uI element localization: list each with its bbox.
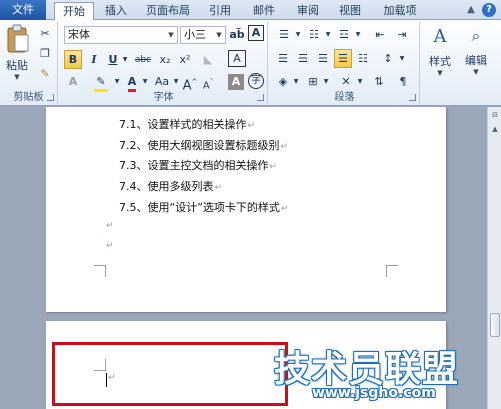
align-center-icon[interactable]: ☰: [294, 49, 312, 69]
clear-formatting-button[interactable]: A: [228, 50, 246, 67]
font-name-value: 宋体: [68, 28, 90, 41]
tab-view[interactable]: 视图: [334, 2, 366, 20]
ruler-toggle-icon[interactable]: ⊟: [489, 109, 501, 121]
styles-button[interactable]: A 样式 ▼: [424, 26, 456, 86]
toc-line: 7.2、使用大纲视图设置标题级别↵: [119, 137, 288, 153]
styles-dropdown-icon[interactable]: ▼: [424, 69, 456, 77]
multilevel-list-icon[interactable]: ☲: [334, 25, 354, 45]
italic-button[interactable]: I: [86, 50, 102, 70]
editing-button[interactable]: ⌕ 编辑 ▼: [460, 26, 492, 86]
clipboard-icon: [7, 24, 29, 53]
font-size-dropdown-icon[interactable]: ▼: [213, 27, 225, 43]
editing-dropdown-icon[interactable]: ▼: [460, 68, 492, 76]
font-name-dropdown-icon[interactable]: ▼: [165, 27, 177, 43]
font-launcher-icon[interactable]: [257, 94, 264, 101]
underline-button[interactable]: U: [106, 50, 120, 70]
paragraph-mark: ↵: [247, 121, 256, 131]
paragraph-mark: ↵: [269, 162, 278, 172]
tab-page-layout[interactable]: 页面布局: [140, 2, 196, 20]
underline-dropdown-icon[interactable]: ▼: [120, 50, 130, 70]
bullets-dropdown-icon[interactable]: ▼: [294, 25, 302, 45]
decrease-indent-icon[interactable]: ⇤: [370, 25, 390, 45]
page-corner-mark: [94, 265, 106, 277]
toc-text: 7.2、使用大纲视图设置标题级别: [119, 139, 280, 152]
align-right-icon[interactable]: ☰: [314, 49, 332, 69]
paragraph-mark: ↵: [106, 241, 114, 251]
minimize-ribbon-icon[interactable]: ▲: [464, 3, 478, 17]
strikethrough-button[interactable]: abc: [132, 50, 154, 70]
group-styles: A 样式 ▼: [422, 22, 458, 104]
tab-insert[interactable]: 插入: [100, 2, 132, 20]
vertical-scrollbar[interactable]: ⊟ ▲: [487, 107, 501, 409]
cut-icon[interactable]: ✂: [36, 24, 54, 44]
scroll-up-icon[interactable]: ▲: [489, 123, 501, 135]
toc-text: 7.1、设置样式的相关操作: [119, 118, 247, 131]
distributed-icon[interactable]: ☷: [354, 49, 372, 69]
group-font: 宋体 ▼ 小三 ▼ ab̄ A B I U ▼ abc x₂ x² ◣ A A …: [60, 22, 268, 104]
subscript-button[interactable]: x₂: [156, 50, 174, 70]
phonetic-guide-icon[interactable]: ab̄: [228, 25, 246, 45]
toc-line: 7.5、使用“设计”选项卡下的样式↵: [119, 199, 288, 215]
toc-text: 7.4、使用多级列表: [119, 180, 214, 193]
bullets-icon[interactable]: ☰: [274, 25, 294, 45]
tab-review[interactable]: 审阅: [292, 2, 324, 20]
multilevel-dropdown-icon[interactable]: ▼: [354, 25, 362, 45]
help-icon[interactable]: ?: [482, 3, 496, 17]
char-border-button[interactable]: A: [248, 25, 264, 41]
group-editing: ⌕ 编辑 ▼: [458, 22, 494, 104]
tab-addins[interactable]: 加载项: [378, 2, 422, 20]
paragraph-mark: ↵: [280, 204, 289, 214]
font-size-value: 小三: [184, 28, 206, 41]
ribbon-tab-bar: 文件 开始 插入 页面布局 引用 邮件 审阅 视图 加载项 ▲ ?: [0, 0, 501, 21]
group-clipboard: 粘贴 ▼ ✂ ❐ ✎ 剪贴板: [0, 22, 58, 104]
paragraph-launcher-icon[interactable]: [409, 94, 416, 101]
editing-label: 编辑: [465, 54, 487, 67]
tab-references[interactable]: 引用: [204, 2, 236, 20]
superscript-button[interactable]: x²: [176, 50, 194, 70]
paste-label: 粘贴: [6, 59, 28, 72]
tab-file[interactable]: 文件: [0, 0, 46, 20]
highlight-box: [52, 342, 288, 406]
paste-button[interactable]: 粘贴 ▼: [3, 24, 31, 82]
page-1[interactable]: 7.1、设置样式的相关操作↵ 7.2、使用大纲视图设置标题级别↵ 7.3、设置主…: [46, 107, 446, 312]
page-corner-mark: [386, 265, 398, 277]
numbering-dropdown-icon[interactable]: ▼: [324, 25, 332, 45]
clipboard-launcher-icon[interactable]: [47, 94, 54, 101]
tab-mailings[interactable]: 邮件: [248, 2, 280, 20]
toc-text: 7.5、使用“设计”选项卡下的样式: [119, 201, 280, 214]
increase-indent-icon[interactable]: ⇥: [392, 25, 412, 45]
ribbon-home: 粘贴 ▼ ✂ ❐ ✎ 剪贴板 宋体 ▼ 小三 ▼ ab̄ A B I U ▼ a…: [0, 20, 501, 106]
copy-icon[interactable]: ❐: [36, 44, 54, 64]
find-binoculars-icon: ⌕: [471, 26, 481, 45]
group-label-font: 字体: [153, 92, 174, 103]
toc-text: 7.3、设置主控文档的相关操作: [119, 159, 269, 172]
paragraph-mark: ↵: [106, 221, 114, 231]
format-painter-icon[interactable]: ✎: [36, 64, 54, 84]
text-effects-icon[interactable]: ◣: [200, 50, 216, 70]
toc-line: 7.1、设置样式的相关操作↵: [119, 116, 255, 132]
scroll-thumb[interactable]: [490, 313, 500, 337]
align-left-icon[interactable]: ☰: [274, 49, 292, 69]
numbering-icon[interactable]: ☷: [304, 25, 324, 45]
group-label-paragraph: 段落: [334, 92, 355, 103]
watermark-url: www.jsgho.com: [312, 385, 436, 401]
line-spacing-icon[interactable]: ↕: [378, 49, 398, 69]
group-paragraph: ☰ ▼ ☷ ▼ ☲ ▼ ⇤ ⇥ ☰ ☰ ☰ ☰ ☷ ↕ ▼ ◈ ▼ ⊞ ▼ ✕ …: [270, 22, 420, 104]
paste-dropdown-icon[interactable]: ▼: [3, 73, 31, 81]
paragraph-mark: ↵: [214, 183, 223, 193]
font-size-select[interactable]: 小三 ▼: [180, 26, 226, 44]
enclose-char-button[interactable]: 字: [248, 73, 264, 89]
font-name-select[interactable]: 宋体 ▼: [64, 26, 178, 44]
justify-icon[interactable]: ☰: [334, 49, 352, 68]
paragraph-mark: ↵: [280, 142, 289, 152]
line-spacing-dropdown-icon[interactable]: ▼: [398, 49, 406, 69]
bold-button[interactable]: B: [64, 50, 82, 69]
toc-line: 7.3、设置主控文档的相关操作↵: [119, 157, 277, 173]
styles-label: 样式: [429, 55, 451, 68]
tab-home[interactable]: 开始: [54, 2, 94, 21]
styles-icon: A: [433, 26, 447, 47]
toc-line: 7.4、使用多级列表↵: [119, 178, 222, 194]
